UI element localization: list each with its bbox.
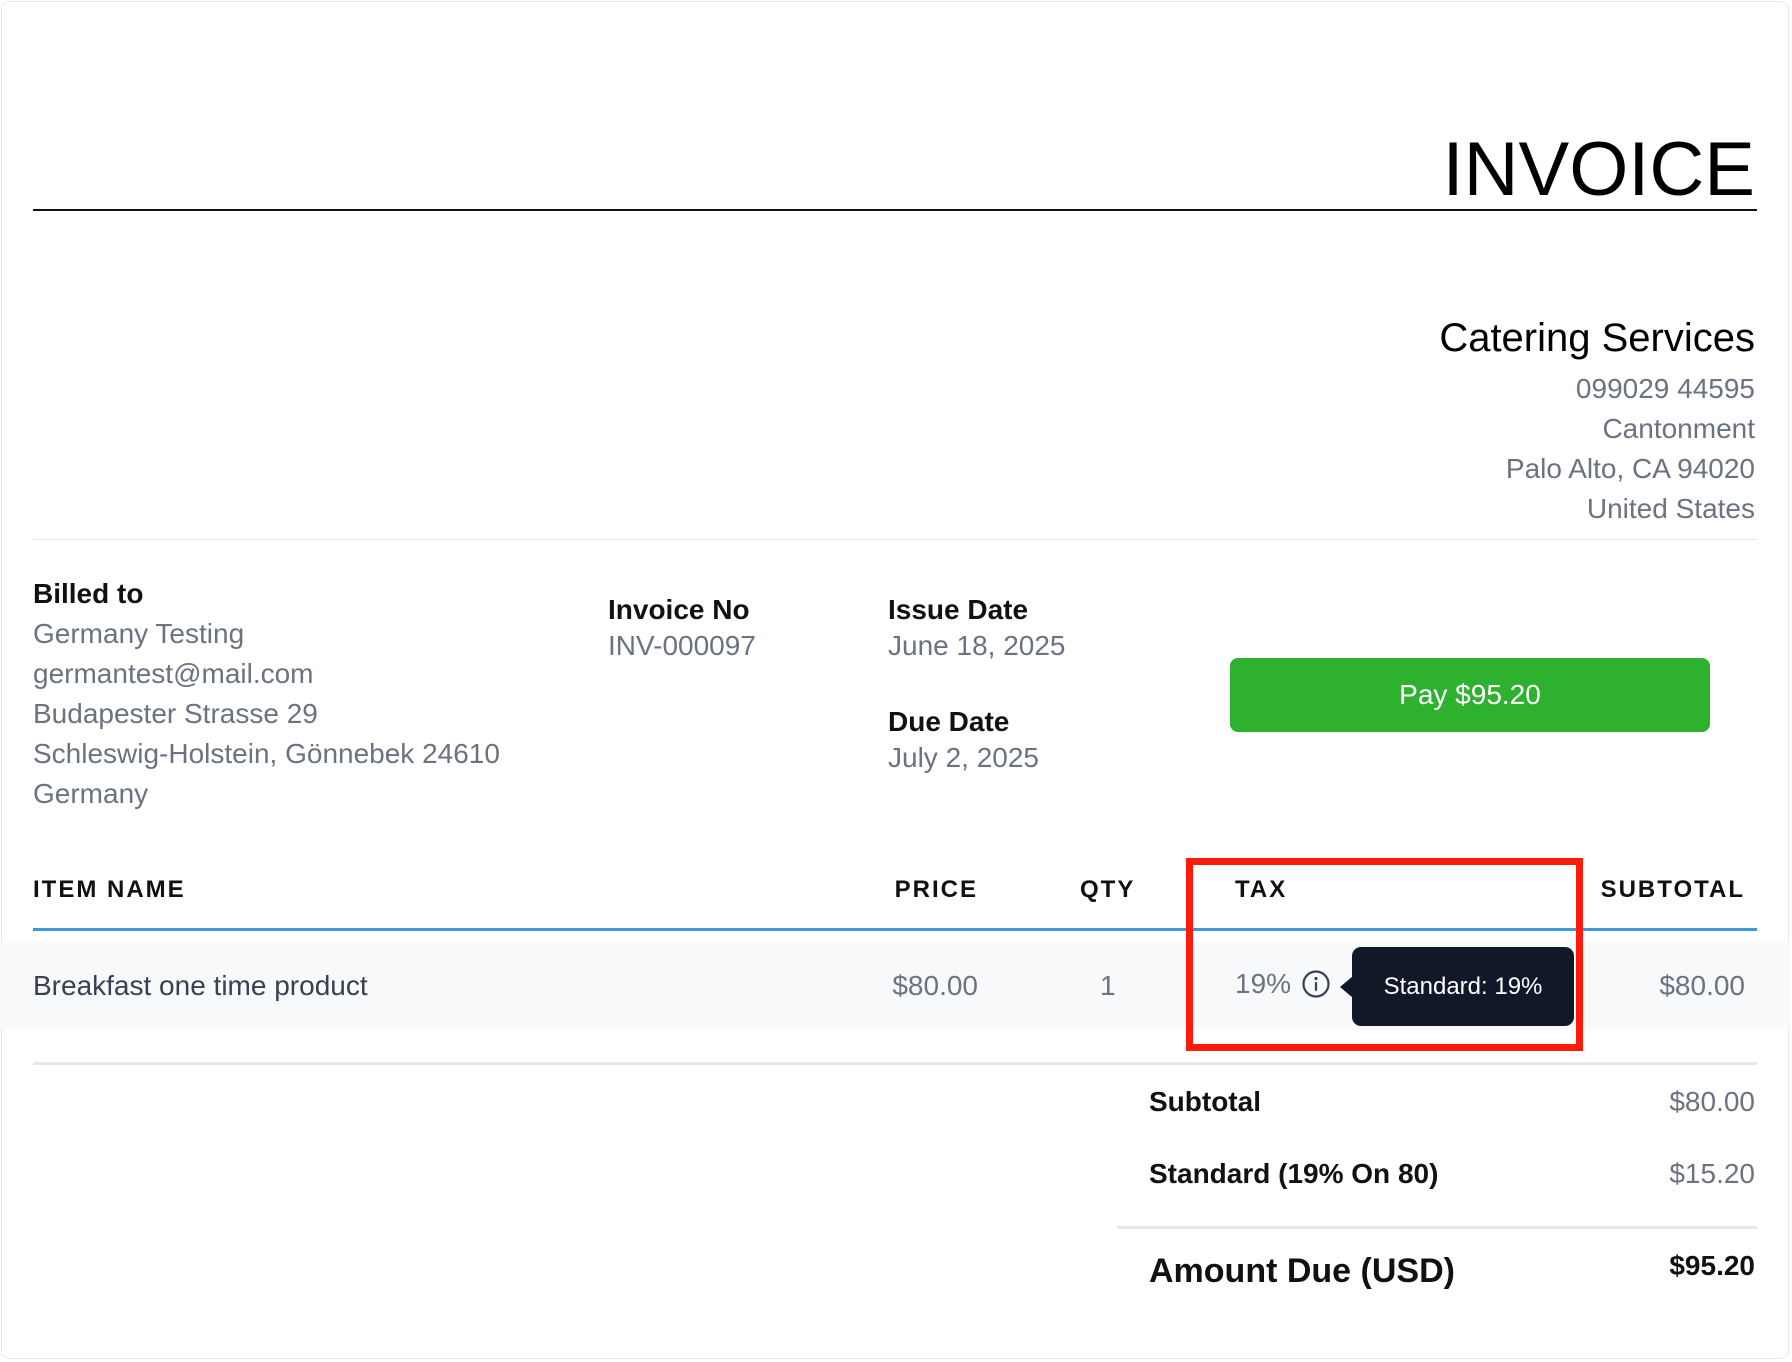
billed-to-street: Budapester Strasse 29	[33, 698, 318, 729]
row-subtotal: $80.00	[1659, 970, 1745, 1001]
due-date: July 2, 2025	[888, 742, 1039, 773]
due-date-block: Due Date July 2, 2025	[888, 706, 1039, 778]
column-header-item: ITEM NAME	[33, 876, 186, 903]
highlight-box	[1186, 858, 1583, 1051]
column-header-qty: QTY	[1080, 876, 1136, 903]
due-date-label: Due Date	[888, 706, 1010, 737]
row-item-name: Breakfast one time product	[33, 970, 368, 1001]
totals-divider	[1117, 1226, 1757, 1229]
billed-to-country: Germany	[33, 778, 149, 809]
column-header-subtotal: SUBTOTAL	[1600, 876, 1745, 903]
billed-to-section: Billed to Germany Testing germantest@mai…	[33, 578, 500, 814]
row-qty: 1	[1100, 970, 1116, 1001]
invoice-title: INVOICE	[1442, 127, 1756, 212]
billed-to-email: germantest@mail.com	[33, 658, 314, 689]
invoice-number: INV-000097	[608, 630, 756, 661]
section-divider	[33, 539, 1757, 540]
subtotal-value: $80.00	[1669, 1086, 1755, 1117]
company-address-line2: Palo Alto, CA 94020	[1505, 453, 1755, 484]
invoice-number-block: Invoice No INV-000097	[608, 594, 756, 666]
company-info: Catering Services 099029 44595 Cantonmen…	[1439, 316, 1755, 529]
company-address-line1: Cantonment	[1602, 413, 1755, 444]
billed-to-name: Germany Testing	[33, 618, 245, 649]
tax-total-value: $15.20	[1669, 1158, 1755, 1189]
amount-due-value: $95.20	[1669, 1250, 1755, 1281]
company-phone: 099029 44595	[1575, 373, 1755, 404]
invoice-number-label: Invoice No	[608, 594, 750, 625]
title-divider	[33, 209, 1757, 211]
table-bottom-rule	[33, 1062, 1757, 1065]
subtotal-label: Subtotal	[1149, 1086, 1261, 1117]
issue-date-block: Issue Date June 18, 2025	[888, 594, 1066, 666]
company-country: United States	[1586, 493, 1755, 524]
issue-date-label: Issue Date	[888, 594, 1029, 625]
pay-button[interactable]: Pay $95.20	[1230, 658, 1710, 732]
tax-total-label: Standard (19% On 80)	[1149, 1158, 1439, 1189]
billed-to-label: Billed to	[33, 578, 144, 609]
column-header-price: PRICE	[894, 876, 978, 903]
company-name: Catering Services	[1439, 316, 1755, 360]
issue-date: June 18, 2025	[888, 630, 1066, 661]
amount-due-label: Amount Due (USD)	[1149, 1252, 1455, 1290]
row-price: $80.00	[892, 970, 978, 1001]
billed-to-region: Schleswig-Holstein, Gönnebek 24610	[33, 738, 500, 769]
